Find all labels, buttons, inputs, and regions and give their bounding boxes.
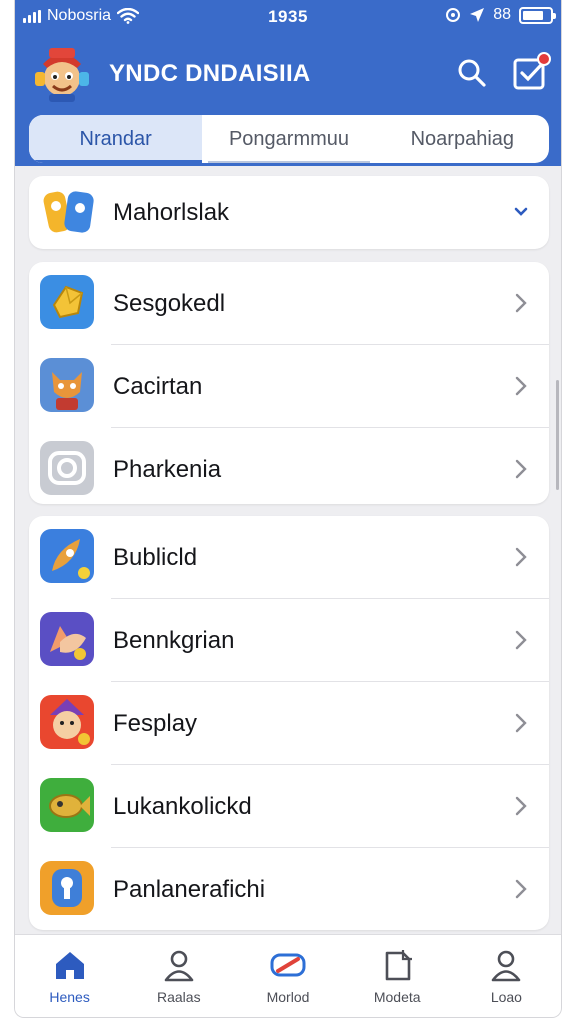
list-item-label: Fesplay: [113, 709, 198, 737]
camera-icon: [40, 441, 94, 495]
phone-screen: Nobosria 1935 88 YNDC DNDAISIIA Nrandar …: [14, 0, 562, 1018]
chevron-right-icon: [515, 630, 527, 650]
app-title: YNDC DNDAISIIA: [109, 60, 311, 87]
dropdown-card[interactable]: Mahorlslak: [29, 176, 549, 249]
rocket-icon: [40, 529, 94, 583]
list-item-bennkgrian[interactable]: Bennkgrian: [29, 599, 549, 682]
location-arrow-icon: [470, 8, 485, 22]
nav-label: Loao: [490, 989, 522, 1005]
nav-label: Modeta: [373, 989, 421, 1005]
battery-percent: 88: [493, 6, 511, 23]
tab-pongarmmuu[interactable]: Pongarmmuu: [202, 115, 375, 163]
notification-badge: [537, 52, 551, 66]
nav-label: Morlod: [266, 989, 310, 1005]
list-item-pharkenia[interactable]: Pharkenia: [29, 428, 549, 504]
list-item-label: Cacirtan: [113, 372, 203, 400]
chevron-right-icon: [515, 459, 527, 479]
list-item-cacirtan[interactable]: Cacirtan: [29, 345, 549, 428]
brand-logo-icon: [270, 953, 306, 977]
bottom-nav: Henes Raalas Morlod Modeta Loao: [15, 934, 561, 1017]
group-card-2: Bublicld Bennkgrian Fesplay Lukankolickd…: [29, 516, 549, 930]
keyhole-icon: [40, 861, 94, 915]
nav-item-raalas[interactable]: Raalas: [124, 935, 233, 1017]
list-item-lukankolickd[interactable]: Lukankolickd: [29, 765, 549, 848]
status-right: 88: [445, 6, 556, 24]
mascot-logo-icon: [35, 48, 89, 102]
alarm-icon: [446, 8, 461, 22]
list-item-label: Lukankolickd: [113, 792, 252, 820]
list-item-fesplay[interactable]: Fesplay: [29, 682, 549, 765]
tab-nrandar[interactable]: Nrandar: [29, 115, 203, 163]
chevron-right-icon: [515, 293, 527, 313]
nav-item-morlod[interactable]: Morlod: [233, 935, 342, 1017]
bird-icon: [40, 612, 94, 666]
chevron-right-icon: [515, 713, 527, 733]
list-item-label: Bublicld: [113, 543, 198, 571]
profile-icon: [492, 950, 521, 982]
game-badge-icon: [43, 191, 94, 233]
nav-item-henes[interactable]: Henes: [15, 935, 124, 1017]
chevron-down-icon: [514, 207, 528, 216]
header: Nobosria 1935 88 YNDC DNDAISIIA Nrandar …: [15, 0, 561, 166]
chevron-right-icon: [515, 376, 527, 396]
nav-label: Raalas: [157, 989, 201, 1005]
chevron-right-icon: [515, 547, 527, 567]
list-item-panlanerafichi[interactable]: Panlanerafichi: [29, 848, 549, 930]
fox-character-icon: [40, 358, 94, 412]
list-item-label: Bennkgrian: [113, 626, 235, 654]
tab-bar: Nrandar Pongarmmuu Noarpahiag: [29, 115, 549, 163]
dropdown-label: Mahorlslak: [113, 198, 230, 226]
list-item-label: Sesgokedl: [113, 289, 226, 317]
nav-item-modeta[interactable]: Modeta: [343, 935, 452, 1017]
person-icon: [164, 950, 194, 982]
list-item-sesgokedl[interactable]: Sesgokedl: [29, 262, 549, 345]
home-icon: [55, 952, 84, 979]
dropdown-row[interactable]: Mahorlslak: [29, 176, 549, 249]
tab-noarpahiag[interactable]: Noarpahiag: [376, 115, 549, 163]
gold-crystal-icon: [40, 275, 94, 329]
status-bar: Nobosria 1935 88: [15, 0, 561, 36]
list-item-label: Panlanerafichi: [113, 875, 266, 903]
list-item-bublicld[interactable]: Bublicld: [29, 516, 549, 599]
notification-button[interactable]: [511, 52, 551, 92]
nav-label: Henes: [49, 989, 90, 1005]
app-bar: YNDC DNDAISIIA: [15, 38, 561, 108]
robot-fish-icon: [40, 778, 94, 832]
wizard-character-icon: [40, 695, 94, 749]
chevron-right-icon: [515, 796, 527, 816]
search-icon[interactable]: [455, 56, 489, 90]
battery-icon: [519, 6, 556, 24]
nav-item-loao[interactable]: Loao: [452, 935, 561, 1017]
list-item-label: Pharkenia: [113, 455, 222, 483]
scrollbar[interactable]: [556, 380, 559, 490]
group-card-1: Sesgokedl Cacirtan Pharkenia: [29, 262, 549, 504]
document-icon: [385, 950, 413, 981]
chevron-right-icon: [515, 879, 527, 899]
